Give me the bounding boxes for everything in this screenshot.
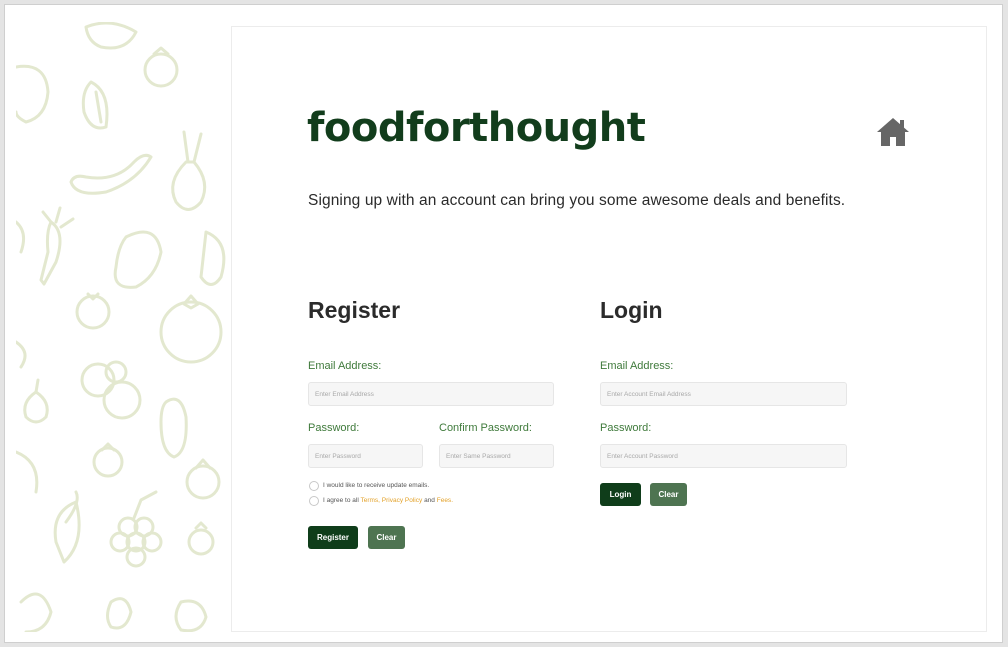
home-icon[interactable] xyxy=(875,115,911,149)
updates-checkbox-label: I would like to receive update emails. xyxy=(323,482,430,489)
register-password-label: Password: xyxy=(308,422,360,434)
and-text: and xyxy=(422,497,437,504)
login-heading: Login xyxy=(600,297,663,323)
brand-logo-text: foodforthought xyxy=(307,105,646,151)
agree-prefix-text: I agree to all xyxy=(323,497,361,504)
agree-terms-checkbox[interactable] xyxy=(309,496,319,506)
updates-checkbox[interactable] xyxy=(309,481,319,491)
login-button[interactable]: Login xyxy=(600,483,641,506)
terms-link[interactable]: Terms xyxy=(360,497,378,504)
register-heading: Register xyxy=(308,297,401,323)
confirm-password-input[interactable] xyxy=(439,444,554,468)
login-email-input[interactable] xyxy=(600,382,847,406)
fees-link[interactable]: Fees xyxy=(437,497,451,504)
agree-end-text: . xyxy=(451,497,453,504)
vegetable-pattern-illustration xyxy=(16,22,226,632)
register-email-label: Email Address: xyxy=(308,360,382,372)
login-clear-button[interactable]: Clear xyxy=(650,483,687,506)
login-email-label: Email Address: xyxy=(600,360,674,372)
food-pattern-panel xyxy=(16,22,230,632)
privacy-policy-link[interactable]: Privacy Policy xyxy=(382,497,422,504)
agree-terms-label: I agree to all Terms, Privacy Policy and… xyxy=(323,497,453,504)
login-password-input[interactable] xyxy=(600,444,847,468)
confirm-password-label: Confirm Password: xyxy=(439,422,532,434)
register-password-input[interactable] xyxy=(308,444,423,468)
tagline-text: Signing up with an account can bring you… xyxy=(308,192,846,209)
register-button[interactable]: Register xyxy=(308,526,358,549)
login-password-label: Password: xyxy=(600,422,652,434)
register-clear-button[interactable]: Clear xyxy=(368,526,405,549)
register-email-input[interactable] xyxy=(308,382,554,406)
